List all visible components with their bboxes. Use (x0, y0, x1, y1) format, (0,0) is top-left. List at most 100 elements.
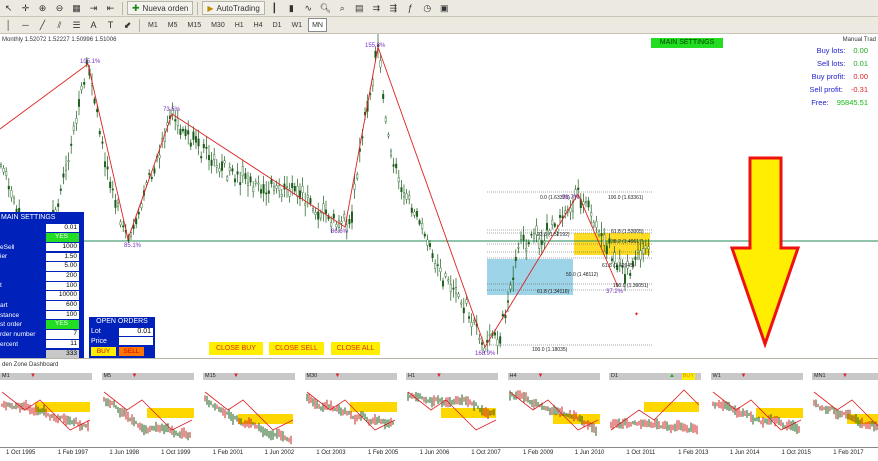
scroll-end-icon[interactable]: ⇉ (369, 1, 384, 15)
dashboard-panel-m30[interactable]: M30 ▼ (304, 373, 397, 445)
line-chart-icon[interactable]: ∿ (301, 1, 316, 15)
candle-body (114, 199, 117, 208)
timeframe-m15[interactable]: M15 (183, 18, 205, 32)
lot-input[interactable]: 0.01 (119, 327, 153, 336)
candle-body (540, 240, 543, 245)
settings-value-input[interactable]: 10000 (46, 291, 79, 300)
candle-body (488, 334, 491, 336)
candle-body (96, 108, 99, 113)
candle-body (332, 213, 335, 219)
panel-timeframe: W1 (712, 373, 721, 379)
timeframe-mn[interactable]: MN (308, 18, 327, 32)
new-order-button[interactable]: ✚ Nueva orden (127, 1, 194, 15)
candle-body (410, 207, 413, 213)
fib-label: 61.8 (1.42645) (602, 263, 635, 269)
autotrading-button[interactable]: ▶ AutoTrading (202, 1, 265, 15)
zoom-out-icon[interactable]: ⊖ (52, 1, 67, 15)
settings-value-input[interactable]: 5.00 (46, 262, 79, 271)
crosshair-icon[interactable]: ✛ (18, 1, 33, 15)
timeframe-m1[interactable]: M1 (144, 18, 162, 32)
tile-windows-icon[interactable]: ▤ (352, 1, 367, 15)
dashboard-panel-w1[interactable]: W1 ▼ (710, 373, 803, 445)
settings-value-input[interactable]: 333 (46, 349, 79, 359)
price-input[interactable] (119, 337, 153, 346)
zoom-in-icon[interactable]: ⊕ (35, 1, 50, 15)
dashboard-panel-h4[interactable]: H4 ▼ (507, 373, 600, 445)
settings-value-input[interactable]: 7 (46, 330, 79, 339)
candle-body (103, 161, 106, 168)
settings-value-input[interactable]: 1.50 (46, 252, 79, 262)
timeframe-m30[interactable]: M30 (207, 18, 229, 32)
horizontal-line-icon[interactable]: ─ (18, 18, 33, 32)
settings-value-input[interactable]: 100 (46, 310, 79, 320)
date-tick: 1 Jun 2010 (574, 450, 605, 456)
candlestick-icon[interactable]: ▮ (284, 1, 299, 15)
zoom-minus-icon[interactable]: ⌕ (335, 1, 350, 15)
close-all-button[interactable]: CLOSE ALL (331, 342, 380, 355)
settings-value-input[interactable]: 11 (46, 339, 79, 349)
price-chart[interactable]: 105.1% 73.5% 85.1% 86.6% 155.3% 168.9% 58.7% 37… (0, 34, 878, 356)
period-icon[interactable]: ◷ (420, 1, 435, 15)
fibonacci-icon[interactable]: ☰ (69, 18, 84, 32)
channel-icon[interactable]: ⫽ (52, 18, 67, 32)
buy-button[interactable]: BUY (91, 347, 116, 356)
close-buy-button[interactable]: CLOSE BUY (209, 342, 263, 355)
candle-body (220, 161, 223, 171)
dashboard-panel-d1[interactable]: D1 ▲ BUY (609, 373, 701, 445)
vertical-line-icon[interactable]: │ (1, 18, 16, 32)
candle-body (228, 167, 231, 172)
candle-body (244, 173, 247, 180)
candle-body (291, 183, 294, 188)
candle-body (644, 245, 647, 249)
chart-canvas[interactable]: 105.1%73.5%85.1%86.6%155.3%168.9%58.7%37… (0, 34, 878, 356)
sell-button[interactable]: SELL (119, 347, 144, 356)
fib-label: 100.0 (1.36051) (613, 283, 649, 289)
settings-value-input[interactable]: 100 (46, 281, 79, 291)
arrow-down-icon: ▼ (233, 373, 239, 379)
timeframe-h1[interactable]: H1 (231, 18, 248, 32)
auto-scroll-icon[interactable]: ⇥ (86, 1, 101, 15)
shift-end-icon[interactable]: ⇶ (386, 1, 401, 15)
fib-label: 38.2 (1.49617) (611, 239, 644, 245)
candle-body (215, 165, 218, 168)
cursor-icon[interactable]: ↖ (1, 1, 16, 15)
candle-body (218, 168, 221, 173)
settings-value-input[interactable]: YES (46, 233, 79, 242)
candle-body (296, 186, 299, 197)
dashboard-panel-mn1[interactable]: MN1▼SELL (812, 373, 878, 445)
timeframe-m5[interactable]: M5 (164, 18, 182, 32)
settings-row: st order YES (0, 320, 84, 330)
dashboard-panel-h1[interactable]: H1 ▼ (406, 373, 498, 445)
zoom-plus-icon[interactable]: 🔍︎ (318, 1, 333, 15)
timeframe-d1[interactable]: D1 (269, 18, 286, 32)
candle-body (210, 159, 213, 166)
grid-icon[interactable]: ▦ (69, 1, 84, 15)
timeframe-h4[interactable]: H4 (250, 18, 267, 32)
settings-row: ier 1.50 (0, 252, 84, 262)
text-icon[interactable]: A (86, 18, 101, 32)
settings-value-input[interactable]: 200 (46, 272, 79, 281)
indicators-icon[interactable]: ƒ (403, 1, 418, 15)
candle-body (330, 222, 333, 227)
orders-header: OPEN ORDERS (96, 318, 148, 325)
templates-icon[interactable]: ▣ (437, 1, 452, 15)
candle-body (501, 313, 504, 317)
settings-value-input[interactable]: 600 (46, 301, 79, 310)
dashboard-panel-m15[interactable]: M15 ▼ (203, 373, 295, 445)
arrow-tool-icon[interactable]: ⬋ (120, 18, 135, 32)
close-sell-button[interactable]: CLOSE SELL (269, 342, 324, 355)
settings-value-input[interactable]: 0.01 (46, 223, 79, 233)
main-settings-button[interactable]: MAIN SETTINGS (651, 38, 723, 48)
candle-body (605, 245, 608, 255)
settings-value-input[interactable]: YES (46, 320, 79, 329)
settings-value-input[interactable]: 1000 (46, 242, 79, 252)
timeframe-w1[interactable]: W1 (288, 18, 307, 32)
dashboard-panel-m5[interactable]: M5 ▼ (101, 373, 194, 445)
bar-chart-icon[interactable]: ┃ (267, 1, 282, 15)
candle-body (426, 239, 429, 246)
chart-shift-icon[interactable]: ⇤ (103, 1, 118, 15)
label-icon[interactable]: T (103, 18, 118, 32)
dashboard-panel-m1[interactable]: M1 ▼ (0, 373, 92, 445)
trendline-icon[interactable]: ╱ (35, 18, 50, 32)
golden-zone-dashboard: den Zone Dashboard M1 ▼ M5 ▼ M15 ▼ M30 ▼ H1 ▼ H4 ▼ D… (0, 358, 878, 461)
